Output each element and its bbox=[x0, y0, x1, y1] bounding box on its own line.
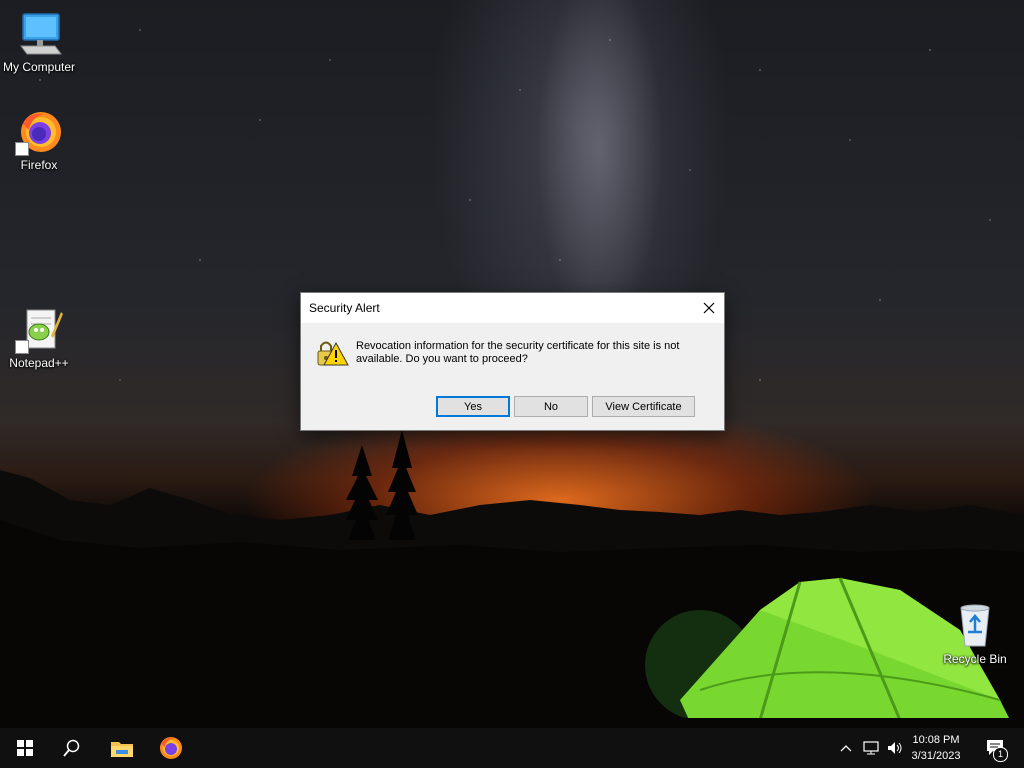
clock-time: 10:08 PM bbox=[912, 734, 960, 746]
dialog-title: Security Alert bbox=[309, 301, 380, 315]
notification-badge: 1 bbox=[993, 747, 1008, 762]
desktop-icon-label: Firefox bbox=[20, 158, 58, 172]
show-hidden-icons-button[interactable] bbox=[836, 728, 856, 768]
desktop-icon-label: Recycle Bin bbox=[943, 652, 1007, 666]
dialog-titlebar[interactable]: Security Alert bbox=[301, 293, 724, 323]
desktop-icon-label: Notepad++ bbox=[9, 356, 69, 370]
start-icon bbox=[17, 740, 33, 756]
desktop-icon-label: My Computer bbox=[2, 60, 76, 74]
dialog-body: Revocation information for the security … bbox=[301, 323, 724, 430]
taskbar-clock[interactable]: 10:08 PM 3/31/2023 bbox=[906, 732, 966, 764]
warning-lock-icon bbox=[317, 341, 349, 366]
start-button[interactable] bbox=[6, 728, 44, 768]
close-icon bbox=[703, 302, 715, 314]
clock-date: 3/31/2023 bbox=[911, 750, 961, 762]
firefox-icon bbox=[160, 737, 182, 759]
taskbar: 10:08 PM 3/31/2023 1 bbox=[0, 728, 1024, 768]
no-button[interactable]: No bbox=[514, 396, 588, 417]
network-button[interactable] bbox=[860, 728, 882, 768]
taskbar-firefox[interactable] bbox=[152, 728, 190, 768]
shortcut-arrow-icon bbox=[15, 142, 29, 156]
computer-icon bbox=[20, 13, 62, 55]
security-alert-dialog: Security Alert Revocation information fo… bbox=[300, 292, 725, 431]
view-certificate-button[interactable]: View Certificate bbox=[592, 396, 695, 417]
recycle-bin-icon bbox=[960, 604, 990, 647]
volume-button[interactable] bbox=[884, 728, 906, 768]
desktop-icon-notepad-plus-plus[interactable]: Notepad++ bbox=[0, 306, 78, 371]
shortcut-arrow-icon bbox=[15, 340, 29, 354]
chevron-up-icon bbox=[840, 745, 852, 752]
close-button[interactable] bbox=[694, 293, 724, 323]
search-icon bbox=[63, 739, 80, 757]
dialog-message: Revocation information for the security … bbox=[356, 340, 680, 365]
volume-icon bbox=[888, 742, 902, 754]
notification-center-button[interactable]: 1 bbox=[980, 728, 1010, 768]
taskbar-file-explorer[interactable] bbox=[103, 728, 141, 768]
desktop-icon-firefox[interactable]: Firefox bbox=[0, 108, 78, 173]
desktop-icon-recycle-bin[interactable]: Recycle Bin bbox=[936, 602, 1014, 667]
desktop-icon-my-computer[interactable]: My Computer bbox=[0, 10, 78, 75]
yes-button[interactable]: Yes bbox=[436, 396, 510, 417]
desktop: My Computer Firefox Notepad++ Recycle Bi… bbox=[0, 0, 1024, 728]
network-icon bbox=[863, 741, 879, 755]
search-button[interactable] bbox=[53, 728, 91, 768]
file-explorer-icon bbox=[111, 742, 133, 757]
